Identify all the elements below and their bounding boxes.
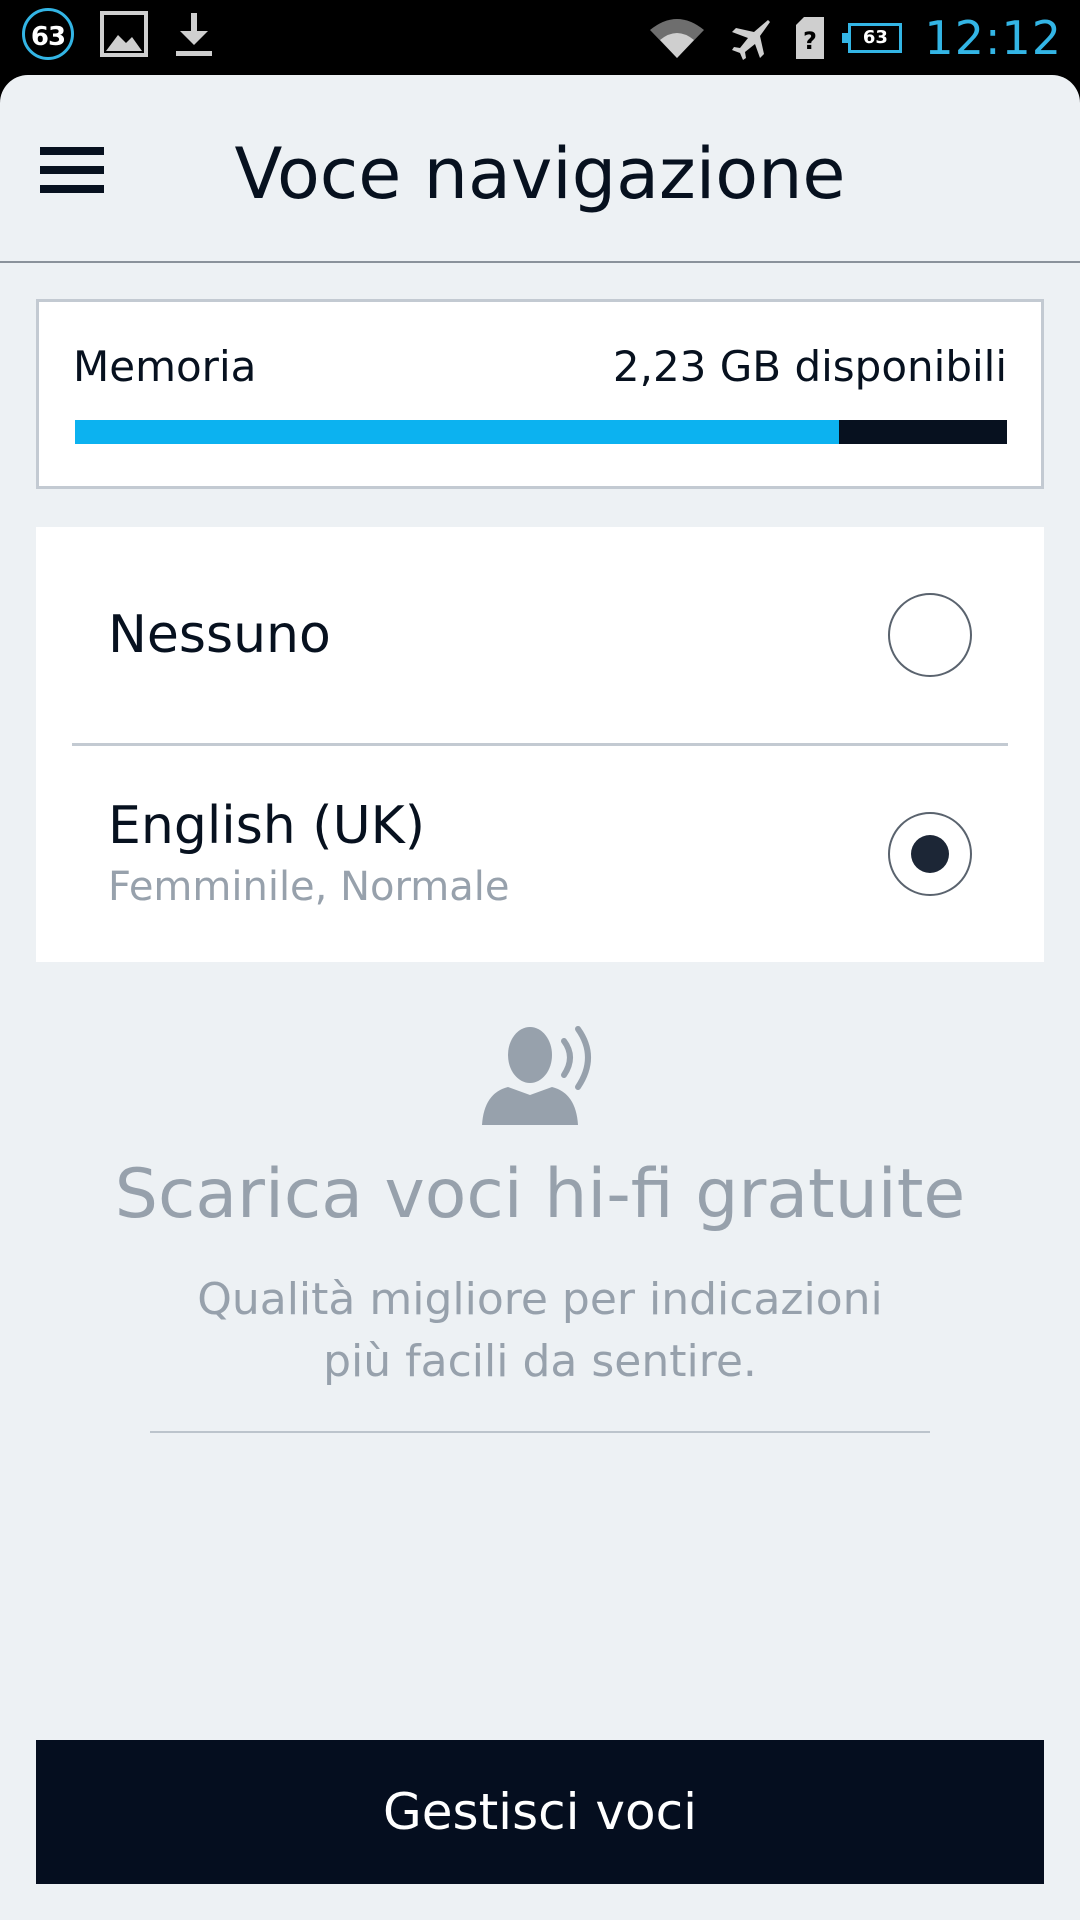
voice-description: Femminile, Normale — [108, 864, 510, 910]
voice-name: Nessuno — [108, 605, 331, 665]
status-bar-clock: 12:12 — [924, 10, 1062, 65]
promo-description-line-1: Qualità migliore per indicazioni — [197, 1274, 883, 1325]
memory-available: 2,23 GB disponibili — [612, 342, 1007, 391]
voice-name: English (UK) — [108, 796, 426, 856]
promo-divider — [150, 1431, 930, 1433]
image-icon — [100, 11, 148, 57]
voice-option-english-uk[interactable]: English (UK) Femminile, Normale — [72, 743, 1008, 962]
promo-title: Scarica voci hi-fi gratuite — [114, 1155, 966, 1234]
status-bar-system: ? 63 12:12 — [648, 0, 1062, 75]
wifi-icon — [650, 18, 705, 58]
battery-icon: 63 — [842, 22, 903, 53]
airplane-icon — [732, 19, 771, 60]
radio-button[interactable] — [888, 593, 972, 677]
radio-button[interactable] — [888, 812, 972, 896]
download-icon — [176, 13, 212, 56]
voice-list: Nessuno English (UK) Femminile, Normale — [36, 527, 1044, 962]
status-bar: 63 ? 63 12:12 — [0, 0, 1080, 75]
memory-label: Memoria — [73, 342, 257, 391]
page-title: Voce navigazione — [234, 133, 846, 215]
memory-card: Memoria 2,23 GB disponibili — [36, 299, 1044, 489]
voice-option-none[interactable]: Nessuno — [36, 527, 1044, 743]
promo-description-line-2: più facili da sentire. — [323, 1336, 757, 1387]
speaking-person-icon — [482, 1026, 591, 1125]
svg-text:?: ? — [803, 27, 817, 55]
app-screen: Voce navigazione Memoria 2,23 GB disponi… — [0, 75, 1080, 1920]
memory-usage-fill — [75, 420, 840, 444]
memory-usage-bar — [75, 420, 1007, 444]
radio-selected-dot — [911, 835, 949, 873]
sim-icon: ? — [796, 16, 825, 59]
notification-count-badge: 63 — [22, 8, 74, 60]
top-bar: Voce navigazione — [0, 75, 1080, 263]
status-bar-notifications: 63 — [22, 8, 214, 60]
manage-voices-button[interactable]: Gestisci voci — [36, 1740, 1044, 1884]
promo-description: Qualità migliore per indicazioni più fac… — [0, 1269, 1080, 1393]
